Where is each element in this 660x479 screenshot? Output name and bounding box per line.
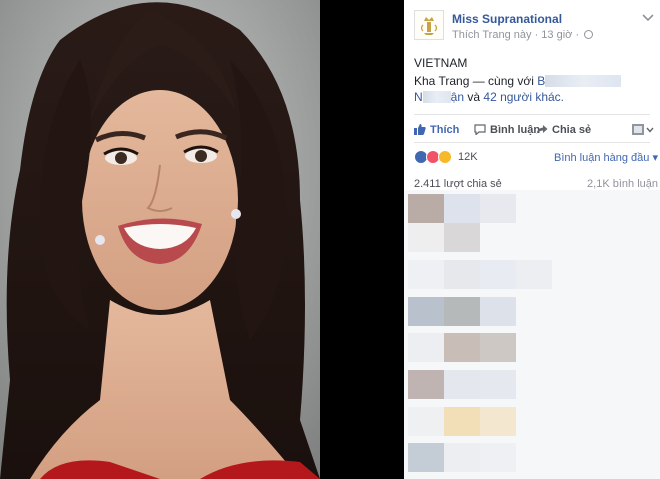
blurred-block bbox=[480, 297, 516, 326]
globe-icon bbox=[584, 30, 594, 39]
reaction-count[interactable]: 12K bbox=[458, 151, 478, 163]
blurred-block bbox=[480, 370, 516, 399]
meta-separator-2: · bbox=[575, 29, 580, 41]
comment-button[interactable]: Bình luận bbox=[474, 124, 540, 136]
tagged-person-link-2[interactable]: Nận bbox=[414, 90, 464, 104]
with-text: — cùng với bbox=[472, 74, 534, 88]
blurred-block bbox=[444, 407, 480, 436]
blurred-block bbox=[408, 333, 444, 362]
blurred-block bbox=[480, 260, 516, 289]
blurred-block bbox=[444, 370, 480, 399]
crown-logo-icon bbox=[420, 17, 438, 35]
blurred-block bbox=[444, 443, 480, 472]
caret-down-icon: ▾ bbox=[652, 152, 658, 164]
share-arrow-icon bbox=[536, 125, 548, 134]
divider bbox=[414, 142, 650, 143]
blurred-block bbox=[480, 443, 516, 472]
blurred-block bbox=[408, 407, 444, 436]
post-panel: Miss Supranational Thích Trang này · 13 … bbox=[404, 0, 660, 479]
others-link[interactable]: 42 người khác. bbox=[483, 90, 564, 104]
page-name-link[interactable]: Miss Supranational bbox=[452, 12, 562, 26]
blurred-comments bbox=[404, 190, 660, 479]
comment-icon bbox=[474, 124, 486, 135]
action-bar: Thích Bình luận Chia sẻ bbox=[414, 122, 654, 140]
haha-reaction-icon[interactable] bbox=[438, 150, 452, 164]
post-photo[interactable] bbox=[0, 0, 320, 479]
and-text: và bbox=[467, 90, 481, 104]
caption-country: VIETNAM bbox=[414, 56, 468, 70]
blurred-block bbox=[408, 223, 444, 252]
author-name: Kha Trang bbox=[414, 74, 470, 88]
thumbs-up-icon bbox=[414, 124, 426, 135]
blurred-block bbox=[444, 297, 480, 326]
meta-separator: · bbox=[534, 29, 539, 41]
share-count[interactable]: 2.411 lượt chia sẻ bbox=[414, 178, 502, 190]
post-caption: VIETNAM Kha Trang — cùng với B Nận và 42… bbox=[414, 55, 654, 105]
page-avatar[interactable] bbox=[414, 10, 444, 40]
like-button[interactable]: Thích bbox=[414, 124, 459, 136]
share-audience-toggle[interactable] bbox=[632, 124, 654, 137]
reactions-row: 12K Bình luận hàng đầu ▾ bbox=[414, 150, 660, 166]
blurred-block bbox=[408, 260, 444, 289]
post-header: Miss Supranational Thích Trang này · 13 … bbox=[414, 8, 660, 42]
chevron-down-icon[interactable] bbox=[642, 14, 654, 22]
blurred-block bbox=[444, 194, 480, 223]
blurred-block bbox=[444, 223, 480, 252]
like-page-link[interactable]: Thích Trang này bbox=[452, 29, 532, 41]
blurred-block bbox=[480, 194, 516, 223]
divider bbox=[414, 114, 650, 115]
share-button[interactable]: Chia sẻ bbox=[536, 124, 591, 136]
blurred-avatar bbox=[408, 194, 444, 223]
blurred-name-2 bbox=[422, 91, 451, 103]
blurred-block bbox=[480, 407, 516, 436]
blurred-avatar bbox=[408, 370, 444, 399]
comment-sort-dropdown[interactable]: Bình luận hàng đầu ▾ bbox=[554, 151, 658, 164]
portrait-image bbox=[0, 0, 320, 479]
blurred-avatar bbox=[408, 443, 444, 472]
blurred-block bbox=[444, 333, 480, 362]
black-margin bbox=[320, 0, 404, 479]
post-timestamp[interactable]: 13 giờ bbox=[541, 29, 572, 41]
blurred-block bbox=[516, 260, 552, 289]
blurred-name bbox=[545, 75, 622, 87]
post-meta: Thích Trang này · 13 giờ · bbox=[452, 29, 594, 41]
tagged-person-link[interactable]: B bbox=[537, 74, 622, 88]
blurred-avatar bbox=[408, 297, 444, 326]
blurred-block bbox=[444, 260, 480, 289]
blurred-block bbox=[480, 333, 516, 362]
comment-count[interactable]: 2,1K bình luận bbox=[587, 178, 658, 190]
